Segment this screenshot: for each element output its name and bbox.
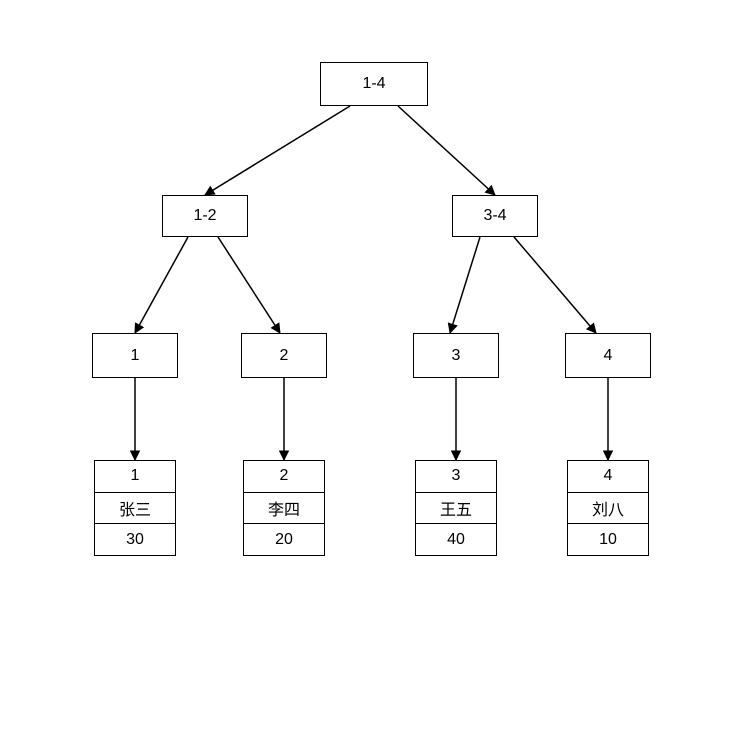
record-2-name: 李四: [244, 493, 324, 525]
record-4-name: 刘八: [568, 493, 648, 525]
record-2: 2 李四 20: [243, 460, 325, 556]
record-3: 3 王五 40: [415, 460, 497, 556]
node-1: 1: [92, 333, 178, 378]
node-root-label: 1-4: [362, 75, 385, 93]
record-1-id: 1: [95, 461, 175, 493]
record-4: 4 刘八 10: [567, 460, 649, 556]
node-3: 3: [413, 333, 499, 378]
record-4-value: 10: [568, 524, 648, 555]
node-root: 1-4: [320, 62, 428, 106]
node-1-2: 1-2: [162, 195, 248, 237]
record-3-value: 40: [416, 524, 496, 555]
edge-l2right-n4: [514, 237, 596, 333]
edge-l2left-n2: [218, 237, 280, 333]
node-1-label: 1: [131, 347, 140, 365]
record-4-id: 4: [568, 461, 648, 493]
record-3-name: 王五: [416, 493, 496, 525]
record-1: 1 张三 30: [94, 460, 176, 556]
node-3-4: 3-4: [452, 195, 538, 237]
node-4: 4: [565, 333, 651, 378]
edge-l2left-n1: [135, 237, 188, 333]
record-2-id: 2: [244, 461, 324, 493]
edge-root-right: [398, 106, 495, 195]
record-2-value: 20: [244, 524, 324, 555]
record-3-id: 3: [416, 461, 496, 493]
tree-diagram: 1-4 1-2 3-4 1 2 3 4 1 张三 30 2 李四 20 3 王五…: [0, 0, 732, 732]
edge-root-left: [205, 106, 350, 195]
node-4-label: 4: [604, 347, 613, 365]
edge-l2right-n3: [450, 237, 480, 333]
node-2: 2: [241, 333, 327, 378]
node-1-2-label: 1-2: [193, 207, 216, 225]
node-3-4-label: 3-4: [483, 207, 506, 225]
record-1-value: 30: [95, 524, 175, 555]
record-1-name: 张三: [95, 493, 175, 525]
node-2-label: 2: [280, 347, 289, 365]
node-3-label: 3: [452, 347, 461, 365]
